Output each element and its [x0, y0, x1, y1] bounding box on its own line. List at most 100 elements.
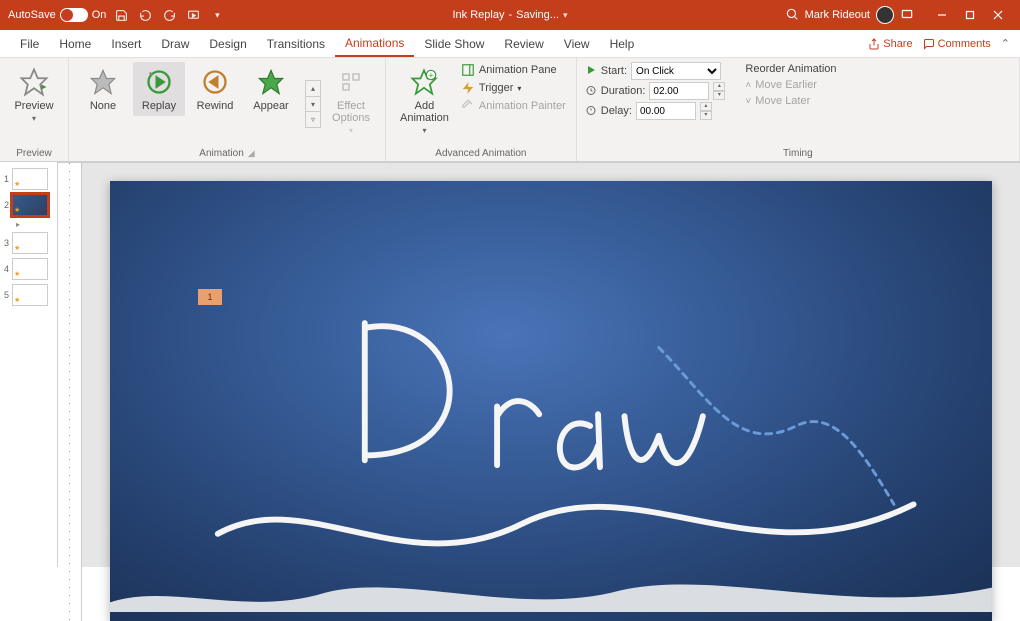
user-name[interactable]: Mark Rideout	[805, 9, 870, 21]
group-animation-label: Animation	[199, 148, 243, 159]
autosave-toggle[interactable]: AutoSave On	[8, 8, 106, 22]
thumb-2-play-icon[interactable]: ▸	[16, 220, 24, 228]
preview-dropdown-icon: ▾	[32, 114, 36, 123]
thumb-4-row: 4★	[4, 258, 53, 280]
thumb-4[interactable]: ★	[12, 258, 48, 280]
save-icon[interactable]	[114, 8, 128, 22]
svg-text:+: +	[429, 71, 434, 81]
delay-input[interactable]	[636, 102, 696, 120]
effect-options-button: Effect Options ▾	[325, 62, 377, 139]
effect-options-label: Effect Options	[332, 100, 370, 124]
share-icon	[868, 38, 880, 50]
thumb-3-row: 3★	[4, 232, 53, 254]
search-icon[interactable]	[785, 7, 799, 24]
animation-gallery-nav[interactable]: ▴ ▾ ▿	[305, 80, 321, 128]
ink-drawing[interactable]	[110, 181, 992, 612]
move-earlier-icon: ˄	[745, 80, 751, 91]
delay-spinner[interactable]: ▴▾	[700, 102, 712, 120]
reorder-heading: Reorder Animation	[743, 62, 838, 76]
duration-row: Duration: ▴▾	[585, 82, 726, 100]
tab-help[interactable]: Help	[600, 30, 645, 57]
tab-insert[interactable]: Insert	[101, 30, 151, 57]
undo-icon[interactable]	[138, 8, 152, 22]
tab-home[interactable]: Home	[49, 30, 101, 57]
tab-draw[interactable]: Draw	[151, 30, 199, 57]
animation-rewind[interactable]: Rewind	[189, 62, 241, 116]
replay-label: Replay	[142, 100, 176, 112]
thumb-2[interactable]: ★	[12, 194, 48, 216]
start-slideshow-icon[interactable]	[186, 8, 200, 22]
thumb-1[interactable]: ★	[12, 168, 48, 190]
preview-button[interactable]: Preview ▾	[8, 62, 60, 127]
effect-options-icon	[335, 66, 367, 98]
replay-icon	[143, 66, 175, 98]
ribbon-tabs: File Home Insert Draw Design Transitions…	[0, 30, 1020, 58]
tab-animations[interactable]: Animations	[335, 30, 414, 57]
qat-dropdown-icon[interactable]: ▾	[210, 8, 224, 22]
gallery-down-icon[interactable]: ▾	[306, 97, 320, 113]
titlebar-right: Mark Rideout	[785, 1, 1012, 29]
maximize-button[interactable]	[956, 1, 984, 29]
thumb-3[interactable]: ★	[12, 232, 48, 254]
move-later-icon: ˅	[745, 96, 751, 107]
redo-icon[interactable]	[162, 8, 176, 22]
tab-design[interactable]: Design	[199, 30, 256, 57]
editor: 1	[58, 162, 1020, 567]
appear-star-icon	[255, 66, 287, 98]
tab-review[interactable]: Review	[494, 30, 553, 57]
add-animation-button[interactable]: + Add Animation ▾	[394, 62, 455, 139]
trigger-label: Trigger	[479, 82, 513, 94]
tab-view[interactable]: View	[554, 30, 600, 57]
animation-pane-button[interactable]: Animation Pane	[459, 62, 568, 78]
delay-label: Delay:	[601, 105, 632, 117]
comments-button[interactable]: Comments	[923, 38, 991, 50]
duration-input[interactable]	[649, 82, 709, 100]
group-advanced-animation: + Add Animation ▾ Animation Pane Trigger…	[386, 58, 577, 161]
autosave-state: On	[92, 9, 107, 21]
thumb-5-row: 5★	[4, 284, 53, 306]
canvas-wrap: 1	[82, 163, 1020, 621]
close-button[interactable]	[984, 1, 1012, 29]
share-label: Share	[883, 38, 912, 50]
thumb-5[interactable]: ★	[12, 284, 48, 306]
painter-icon	[461, 99, 475, 113]
add-animation-dropdown-icon: ▾	[422, 126, 426, 135]
trigger-button[interactable]: Trigger ▾	[459, 80, 568, 96]
duration-spinner[interactable]: ▴▾	[713, 82, 725, 100]
animation-replay[interactable]: Replay	[133, 62, 185, 116]
title-dropdown-icon[interactable]: ▾	[563, 10, 568, 21]
animation-launcher-icon[interactable]: ◢	[248, 148, 255, 159]
doc-title-text: Ink Replay	[453, 9, 505, 21]
start-select[interactable]: On Click	[631, 62, 721, 80]
timing-fields: Start: On Click Duration: ▴▾ Delay: ▴▾	[585, 62, 726, 120]
slide-canvas[interactable]: 1	[110, 181, 992, 621]
tab-transitions[interactable]: Transitions	[257, 30, 335, 57]
none-label: None	[90, 100, 116, 112]
gallery-more-icon[interactable]: ▿	[306, 112, 320, 127]
add-animation-label: Add Animation	[400, 100, 449, 124]
gallery-up-icon[interactable]: ▴	[306, 81, 320, 97]
none-star-icon	[87, 66, 119, 98]
animation-painter-button: Animation Painter	[459, 98, 568, 114]
ruler-horizontal	[58, 162, 1020, 163]
toggle-switch-icon	[60, 8, 88, 22]
rewind-label: Rewind	[197, 100, 234, 112]
start-label: Start:	[601, 65, 627, 77]
advanced-stack: Animation Pane Trigger ▾ Animation Paint…	[459, 62, 568, 114]
preview-label: Preview	[14, 100, 53, 112]
minimize-button[interactable]	[928, 1, 956, 29]
collapse-ribbon-icon[interactable]: ⌃	[1001, 37, 1010, 50]
slide-thumbnails: 1★ 2★ ▸ 3★ 4★ 5★	[0, 162, 58, 567]
delay-icon	[585, 104, 597, 119]
animation-appear[interactable]: Appear	[245, 62, 297, 116]
animation-none[interactable]: None	[77, 62, 129, 116]
tab-slideshow[interactable]: Slide Show	[414, 30, 494, 57]
group-advanced-label: Advanced Animation	[394, 146, 568, 159]
avatar-icon[interactable]	[876, 6, 894, 24]
ribbon-display-icon[interactable]	[900, 7, 914, 24]
painter-label: Animation Painter	[479, 100, 566, 112]
tab-file[interactable]: File	[10, 30, 49, 57]
group-timing: Start: On Click Duration: ▴▾ Delay: ▴▾	[577, 58, 1020, 161]
delay-row: Delay: ▴▾	[585, 102, 726, 120]
share-button[interactable]: Share	[868, 38, 912, 50]
